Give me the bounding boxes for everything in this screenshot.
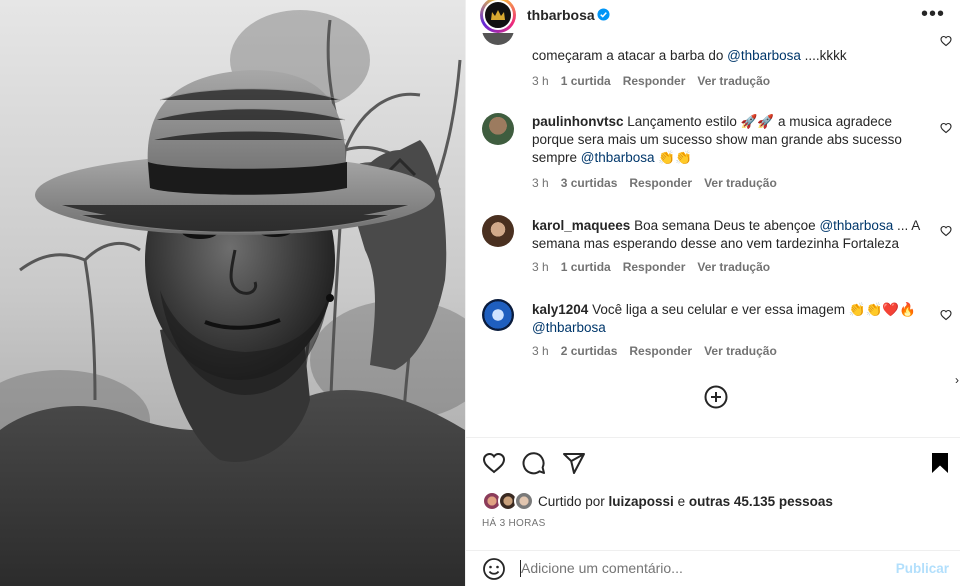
- comment-mention[interactable]: @thbarbosa: [727, 48, 801, 63]
- commenter-avatar[interactable]: [482, 299, 514, 331]
- comment-bubble-icon[interactable]: [522, 451, 546, 475]
- post-header: thbarbosa •••: [466, 0, 960, 33]
- comment-text: paulinhonvtsc Lançamento estilo 🚀🚀 a mus…: [532, 113, 927, 167]
- comment-username[interactable]: kaly1204: [532, 302, 588, 317]
- comment-like-heart-icon[interactable]: [940, 225, 952, 237]
- reply-button[interactable]: Responder: [629, 176, 692, 190]
- see-translation-button[interactable]: Ver tradução: [704, 344, 777, 358]
- commenter-avatar[interactable]: [482, 33, 514, 45]
- comment-text-part: Você liga a seu celular e ver essa image…: [588, 302, 916, 317]
- divider: [466, 437, 960, 438]
- comment-like-heart-icon[interactable]: [940, 309, 952, 321]
- comment-text-part: 👏👏: [654, 150, 692, 165]
- see-translation-button[interactable]: Ver tradução: [697, 74, 770, 88]
- post-side-panel: thbarbosa ••• começaram a atacar a barba…: [465, 0, 960, 586]
- load-more-comments-icon[interactable]: [704, 385, 728, 409]
- emoji-picker-icon[interactable]: [482, 557, 506, 581]
- comment-text-part: ....kkkk: [800, 48, 847, 63]
- publish-button[interactable]: Publicar: [896, 561, 949, 576]
- comment-meta: 3 h 3 curtidas Responder Ver tradução: [532, 176, 789, 190]
- comment-text: karol_maquees Boa semana Deus te abençoe…: [532, 217, 927, 253]
- post-photo[interactable]: [0, 0, 465, 586]
- likes-text: Curtido por luizapossi e outras 45.135 p…: [538, 494, 833, 509]
- comments-list[interactable]: começaram a atacar a barba do @thbarbosa…: [466, 33, 960, 437]
- comment-text: começaram a atacar a barba do @thbarbosa…: [532, 47, 927, 65]
- post-actions-bar: [466, 448, 960, 478]
- see-translation-button[interactable]: Ver tradução: [704, 176, 777, 190]
- more-options-icon[interactable]: •••: [921, 4, 945, 24]
- liker-avatar: [514, 491, 534, 511]
- comment-likes[interactable]: 1 curtida: [561, 74, 611, 88]
- post-image-portrait: [0, 0, 465, 586]
- comment-username[interactable]: karol_maquees: [532, 218, 630, 233]
- chevron-right-icon[interactable]: ›: [955, 373, 959, 387]
- crown-logo-icon: [491, 10, 505, 20]
- add-comment-input[interactable]: [521, 560, 881, 576]
- post-author-username[interactable]: thbarbosa: [527, 7, 595, 23]
- comment-username[interactable]: paulinhonvtsc: [532, 114, 624, 129]
- verified-badge-icon: [597, 8, 610, 21]
- reply-button[interactable]: Responder: [623, 74, 686, 88]
- see-translation-button[interactable]: Ver tradução: [697, 260, 770, 274]
- comment-likes[interactable]: 2 curtidas: [561, 344, 618, 358]
- comment-like-heart-icon[interactable]: [940, 122, 952, 134]
- likes-connector: e: [673, 494, 689, 509]
- comment-mention[interactable]: @thbarbosa: [532, 320, 606, 335]
- comment-time: 3 h: [532, 344, 549, 358]
- reply-button[interactable]: Responder: [623, 260, 686, 274]
- comment-time: 3 h: [532, 260, 549, 274]
- likes-prefix: Curtido por: [538, 494, 609, 509]
- comment-text-part: Boa semana Deus te abençoe: [630, 218, 820, 233]
- comment-text: kaly1204 Você liga a seu celular e ver e…: [532, 301, 927, 337]
- comment-like-heart-icon[interactable]: [940, 35, 952, 47]
- comment-likes[interactable]: 1 curtida: [561, 260, 611, 274]
- comment-meta: 3 h 1 curtida Responder Ver tradução: [532, 74, 782, 88]
- comment-time: 3 h: [532, 176, 549, 190]
- likes-summary[interactable]: Curtido por luizapossi e outras 45.135 p…: [466, 491, 960, 513]
- add-comment-bar: Publicar: [466, 551, 960, 586]
- commenter-avatar[interactable]: [482, 113, 514, 145]
- comment-likes[interactable]: 3 curtidas: [561, 176, 618, 190]
- liker-username[interactable]: luizapossi: [609, 494, 674, 509]
- commenter-avatar[interactable]: [482, 215, 514, 247]
- comment-meta: 3 h 2 curtidas Responder Ver tradução: [532, 344, 789, 358]
- comment-meta: 3 h 1 curtida Responder Ver tradução: [532, 260, 782, 274]
- post-timestamp[interactable]: HÁ 3 HORAS: [482, 518, 546, 529]
- like-heart-icon[interactable]: [482, 451, 506, 475]
- comment-mention[interactable]: @thbarbosa: [581, 150, 655, 165]
- reply-button[interactable]: Responder: [629, 344, 692, 358]
- bookmark-save-icon[interactable]: [928, 451, 952, 475]
- avatar-image: [483, 0, 513, 30]
- share-send-icon[interactable]: [562, 451, 586, 475]
- comment-mention[interactable]: @thbarbosa: [819, 218, 893, 233]
- comment-text-part: começaram a atacar a barba do: [532, 48, 728, 63]
- likes-others-count[interactable]: outras 45.135 pessoas: [689, 494, 833, 509]
- comment-time: 3 h: [532, 74, 549, 88]
- profile-avatar[interactable]: [480, 0, 516, 33]
